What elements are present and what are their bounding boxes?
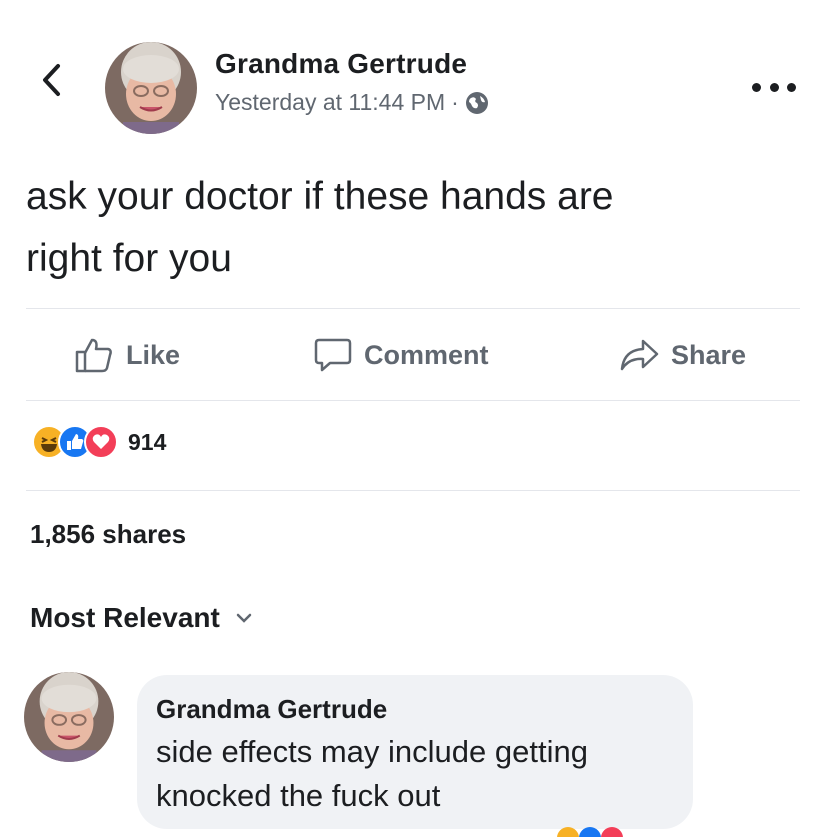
- share-icon: [620, 339, 659, 371]
- post-text-line: ask your doctor if these hands are: [26, 175, 614, 218]
- reactions-count: 914: [128, 428, 167, 455]
- love-reaction-icon: [84, 425, 118, 459]
- like-label: Like: [126, 339, 181, 370]
- divider: [26, 490, 800, 491]
- author-avatar[interactable]: [105, 42, 197, 134]
- commenter-avatar[interactable]: [24, 672, 114, 762]
- author-name[interactable]: Grandma Gertrude: [215, 48, 467, 80]
- share-label: Share: [671, 339, 747, 370]
- comment-reactions[interactable]: [548, 826, 638, 837]
- comment-button[interactable]: Comment: [314, 330, 489, 380]
- shares-count[interactable]: 1,856 shares: [30, 519, 186, 550]
- chevron-down-icon: [236, 613, 252, 623]
- chevron-left-icon: [43, 64, 60, 96]
- comment-author-name[interactable]: Grandma Gertrude: [156, 694, 387, 725]
- thumbs-up-icon: [75, 338, 112, 373]
- comment-icon: [314, 338, 352, 372]
- post-text: ask your doctor if these hands are right…: [26, 166, 806, 290]
- comment-sort-dropdown[interactable]: Most Relevant: [30, 602, 252, 634]
- more-options-button[interactable]: [752, 72, 796, 102]
- back-button[interactable]: [36, 62, 66, 98]
- more-dot: [769, 82, 779, 92]
- post-timestamp[interactable]: Yesterday at 11:44 PM: [215, 89, 445, 116]
- post-meta: Yesterday at 11:44 PM ·: [215, 89, 489, 116]
- reactions-summary[interactable]: 914: [32, 424, 166, 460]
- share-button[interactable]: Share: [619, 330, 746, 380]
- meta-separator: ·: [451, 89, 459, 115]
- globe-icon: [465, 91, 488, 114]
- divider: [26, 400, 800, 401]
- comment-text: side effects may include getting knocked…: [156, 734, 588, 813]
- more-dot: [752, 82, 761, 92]
- sort-label: Most Relevant: [30, 602, 220, 633]
- more-dot: [787, 82, 796, 92]
- comment-label: Comment: [364, 339, 489, 370]
- post-text-line: right for you: [26, 237, 232, 280]
- divider: [26, 308, 800, 309]
- like-button[interactable]: Like: [74, 330, 180, 380]
